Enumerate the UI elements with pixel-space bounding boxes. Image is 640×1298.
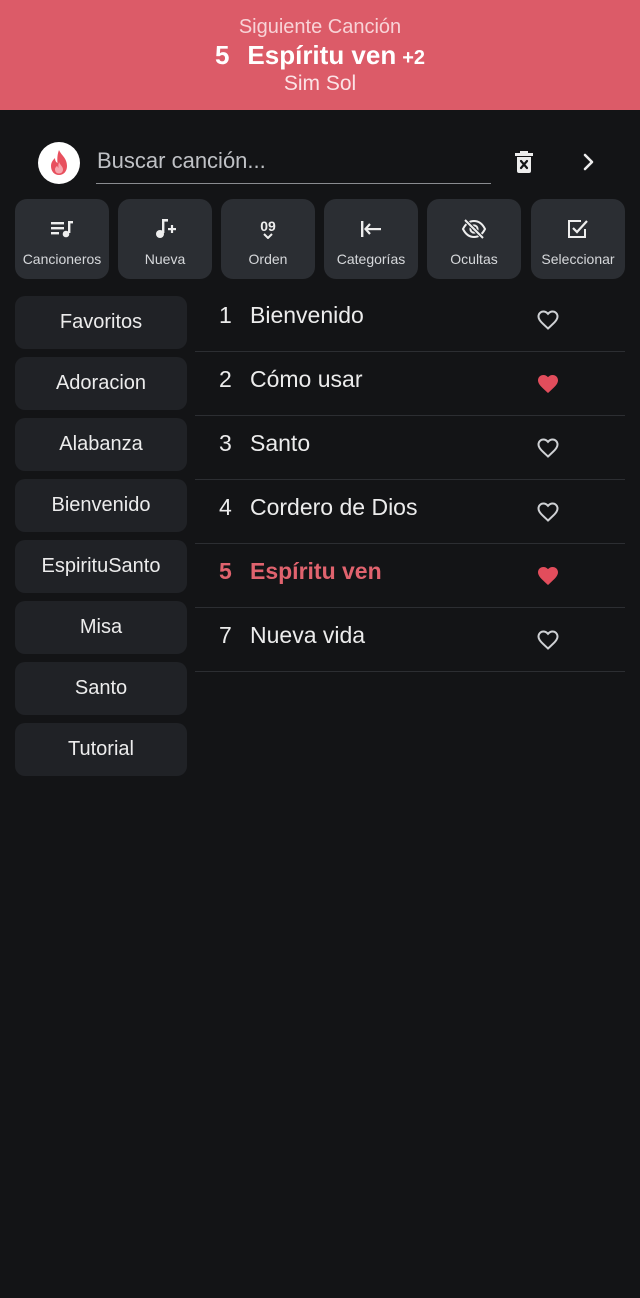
heart-outline-icon[interactable] — [536, 500, 560, 524]
sort-numeric-digits: 09 — [260, 218, 276, 234]
category-item-adoracion[interactable]: Adoracion — [15, 357, 187, 410]
song-number: 2 — [219, 366, 232, 392]
heart-outline-icon[interactable] — [536, 308, 560, 332]
chevron-right-icon[interactable] — [568, 142, 608, 182]
song-number: 7 — [219, 622, 232, 648]
song-number: 4 — [219, 494, 232, 520]
category-item-favoritos[interactable]: Favoritos — [15, 296, 187, 349]
song-number: 1 — [219, 302, 232, 328]
heart-outline-icon[interactable] — [536, 628, 560, 652]
song-title: Cordero de Dios — [250, 494, 418, 520]
music-note-add-icon — [153, 217, 177, 241]
align-left-arrow-icon — [359, 217, 383, 241]
checkbox-icon — [566, 217, 590, 241]
orden-label: Orden — [248, 251, 288, 267]
nueva-button[interactable]: Nueva — [118, 199, 212, 279]
next-song-transpose: +2 — [402, 47, 426, 69]
song-row[interactable]: 1 Bienvenido — [195, 288, 625, 352]
category-item-alabanza[interactable]: Alabanza — [15, 418, 187, 471]
song-title: Santo — [250, 430, 311, 456]
next-song-banner[interactable]: Siguiente Canción 5 Espíritu ven +2 Sim So… — [0, 0, 640, 110]
song-row[interactable]: 2 Cómo usar — [195, 352, 625, 416]
song-title: Nueva vida — [250, 622, 366, 648]
search-input[interactable] — [96, 138, 491, 184]
category-item-santo[interactable]: Santo — [15, 662, 187, 715]
orden-button[interactable]: 09 Orden — [221, 199, 315, 279]
categorias-button[interactable]: Categorías — [324, 199, 418, 279]
category-item-espiritusanto[interactable]: EspirituSanto — [15, 540, 187, 593]
next-song-title: Espíritu ven — [247, 40, 397, 70]
heart-filled-icon[interactable] — [536, 372, 560, 396]
delete-icon[interactable] — [504, 142, 544, 182]
category-item-tutorial[interactable]: Tutorial — [15, 723, 187, 776]
flame-logo-icon[interactable] — [38, 142, 80, 184]
song-number: 5 — [219, 558, 232, 584]
heart-outline-icon[interactable] — [536, 436, 560, 460]
categorias-label: Categorías — [336, 251, 406, 267]
eye-off-icon — [461, 217, 487, 241]
nueva-label: Nueva — [144, 251, 186, 267]
next-song-number: 5 — [214, 40, 230, 70]
category-item-bienvenido[interactable]: Bienvenido — [15, 479, 187, 532]
song-row[interactable]: 4 Cordero de Dios — [195, 480, 625, 544]
song-title: Cómo usar — [250, 366, 363, 392]
seleccionar-button[interactable]: Seleccionar — [531, 199, 625, 279]
next-song-row: 5 Espíritu ven +2 — [0, 40, 640, 71]
song-title: Bienvenido — [250, 302, 364, 328]
ocultas-label: Ocultas — [450, 251, 498, 267]
song-number: 3 — [219, 430, 232, 456]
playlist-icon — [50, 217, 74, 241]
song-row-current[interactable]: 5 Espíritu ven — [195, 544, 625, 608]
song-title: Espíritu ven — [250, 558, 382, 584]
song-row[interactable]: 3 Santo — [195, 416, 625, 480]
toolbar: Cancioneros Nueva 09 Orden Categorías Oc… — [15, 199, 625, 279]
category-item-misa[interactable]: Misa — [15, 601, 187, 654]
search-row — [0, 138, 640, 188]
next-song-label: Siguiente Canción — [238, 16, 402, 38]
song-row[interactable]: 7 Nueva vida — [195, 608, 625, 672]
sort-numeric-icon: 09 — [260, 217, 276, 241]
seleccionar-label: Seleccionar — [541, 251, 615, 267]
cancioneros-button[interactable]: Cancioneros — [15, 199, 109, 279]
next-song-key: Sim Sol — [283, 72, 357, 95]
cancioneros-label: Cancioneros — [22, 251, 102, 267]
ocultas-button[interactable]: Ocultas — [427, 199, 521, 279]
heart-filled-icon[interactable] — [536, 564, 560, 588]
